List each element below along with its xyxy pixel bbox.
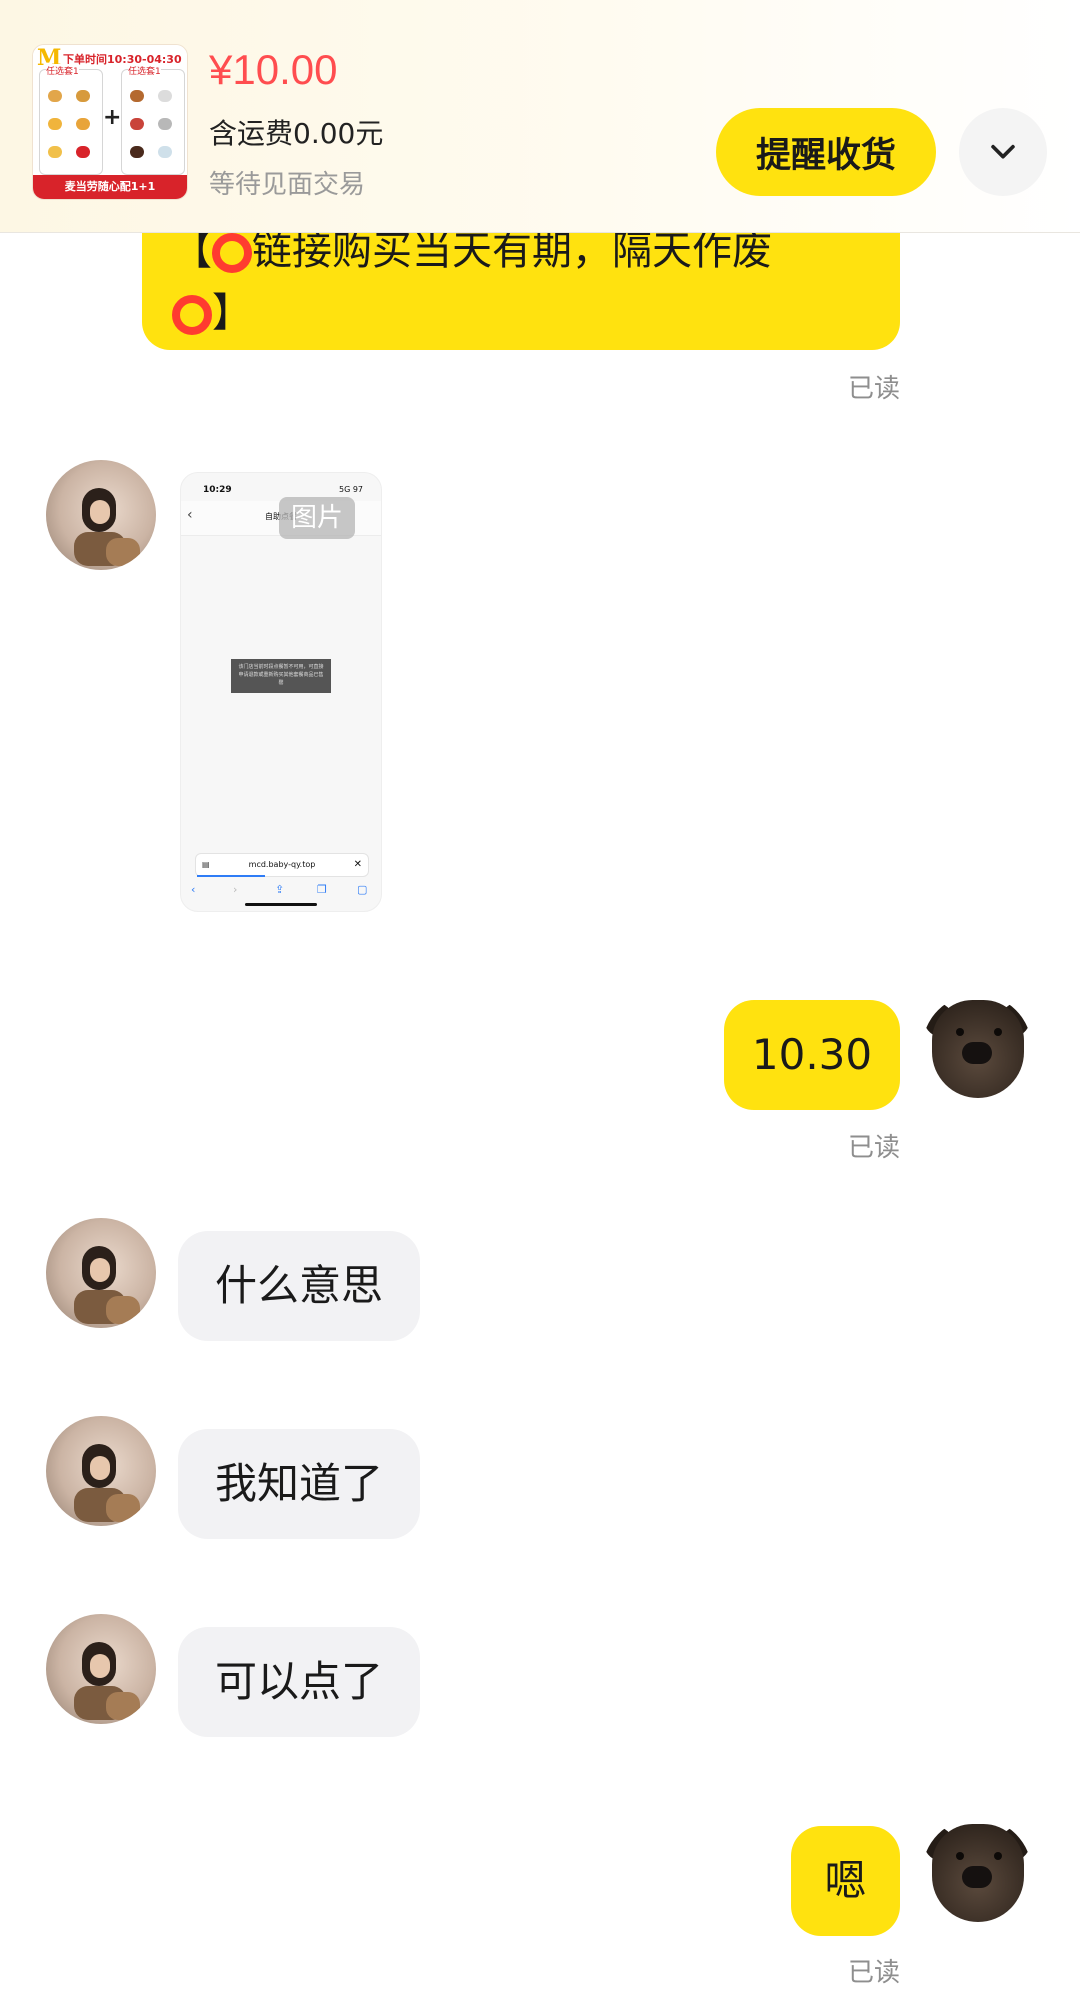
tab-icon: ▤ <box>202 860 210 869</box>
screenshot-status-time: 10:29 <box>203 485 232 495</box>
thumb-right-label: 任选套1 <box>128 64 161 77</box>
read-receipt: 已读 <box>847 1133 900 1163</box>
message-text: 可以点了 <box>214 1657 383 1706</box>
thumb-banner: 麦当劳随心配1+1 <box>33 175 187 199</box>
incoming-message-bubble[interactable]: 可以点了 <box>178 1627 420 1737</box>
back-arrow-icon: ‹ <box>187 507 193 523</box>
thumb-right-card: 任选套1 <box>121 64 185 175</box>
thumb-left-card: 任选套1 <box>39 64 103 175</box>
product-thumbnail[interactable]: M 下单时间10:30-04:30 任选套1 + 任选套1 麦当劳随心配1+1 <box>32 44 188 200</box>
my-avatar[interactable] <box>922 994 1032 1104</box>
message-text: 嗯 <box>824 1856 867 1905</box>
order-status: 等待见面交易 <box>209 170 366 200</box>
screenshot-url: mcd.baby-qy.top <box>248 860 316 869</box>
message-text: 10.30 <box>751 1030 873 1079</box>
close-icon: ✕ <box>353 859 362 870</box>
incoming-message-bubble[interactable]: 我知道了 <box>178 1429 420 1539</box>
order-price: ¥10.00 <box>209 46 338 93</box>
shipping-fee: 含运费0.00元 <box>209 117 384 150</box>
back-icon: ‹ <box>191 883 196 896</box>
message-text: 什么意思 <box>214 1261 383 1310</box>
outgoing-message-bubble[interactable]: 10.30 <box>724 1000 900 1110</box>
peer-avatar[interactable] <box>46 1416 156 1526</box>
forward-icon: › <box>233 883 238 896</box>
load-progress <box>197 875 265 877</box>
red-circle-emoji-icon <box>172 295 212 335</box>
read-receipt: 已读 <box>847 374 900 404</box>
peer-avatar[interactable] <box>46 1218 156 1328</box>
message-line-2: 】 <box>172 282 252 344</box>
read-receipt: 已读 <box>847 1958 900 1988</box>
share-icon: ⇪ <box>275 883 285 896</box>
chat-area: 【链接购买当天有期，隔天作废 】 已读 10:29 5G 97 ‹ 自助点餐 图… <box>0 0 1080 2011</box>
red-circle-emoji-icon <box>212 233 252 273</box>
message-text: 链接购买当天有期，隔天作废 <box>252 228 772 274</box>
screenshot-url-bar: ▤ mcd.baby-qy.top ✕ <box>195 853 369 877</box>
message-text: 我知道了 <box>214 1459 383 1508</box>
image-message[interactable]: 10:29 5G 97 ‹ 自助点餐 图片 该门店当前时段点餐暂不可用，可直接申… <box>180 472 382 912</box>
incoming-message-bubble[interactable]: 什么意思 <box>178 1231 420 1341</box>
my-avatar[interactable] <box>922 1818 1032 1928</box>
bracket-open: 【 <box>172 228 212 274</box>
home-indicator <box>245 903 317 906</box>
thumb-time-text: 下单时间10:30-04:30 <box>63 53 182 66</box>
peer-avatar[interactable] <box>46 460 156 570</box>
order-header: M 下单时间10:30-04:30 任选套1 + 任选套1 麦当劳随心配1+1 … <box>0 0 1080 233</box>
screenshot-status-signal: 5G 97 <box>338 485 363 494</box>
plus-icon: + <box>103 105 122 130</box>
expand-button[interactable] <box>959 108 1047 196</box>
chevron-down-icon <box>991 144 1015 159</box>
bracket-close: 】 <box>212 290 252 336</box>
tabs-icon: ▢ <box>357 883 368 896</box>
thumb-left-label: 任选套1 <box>46 64 79 77</box>
image-tag-label: 图片 <box>279 497 355 539</box>
peer-avatar[interactable] <box>46 1614 156 1724</box>
bookmarks-icon: ❐ <box>317 883 327 896</box>
outgoing-message-bubble[interactable]: 嗯 <box>791 1826 900 1936</box>
remind-receipt-button[interactable]: 提醒收货 <box>716 108 936 196</box>
screenshot-toast: 该门店当前时段点餐暂不可用，可直接申请退款或重新购买其他套餐商品已售罄 <box>231 659 331 693</box>
